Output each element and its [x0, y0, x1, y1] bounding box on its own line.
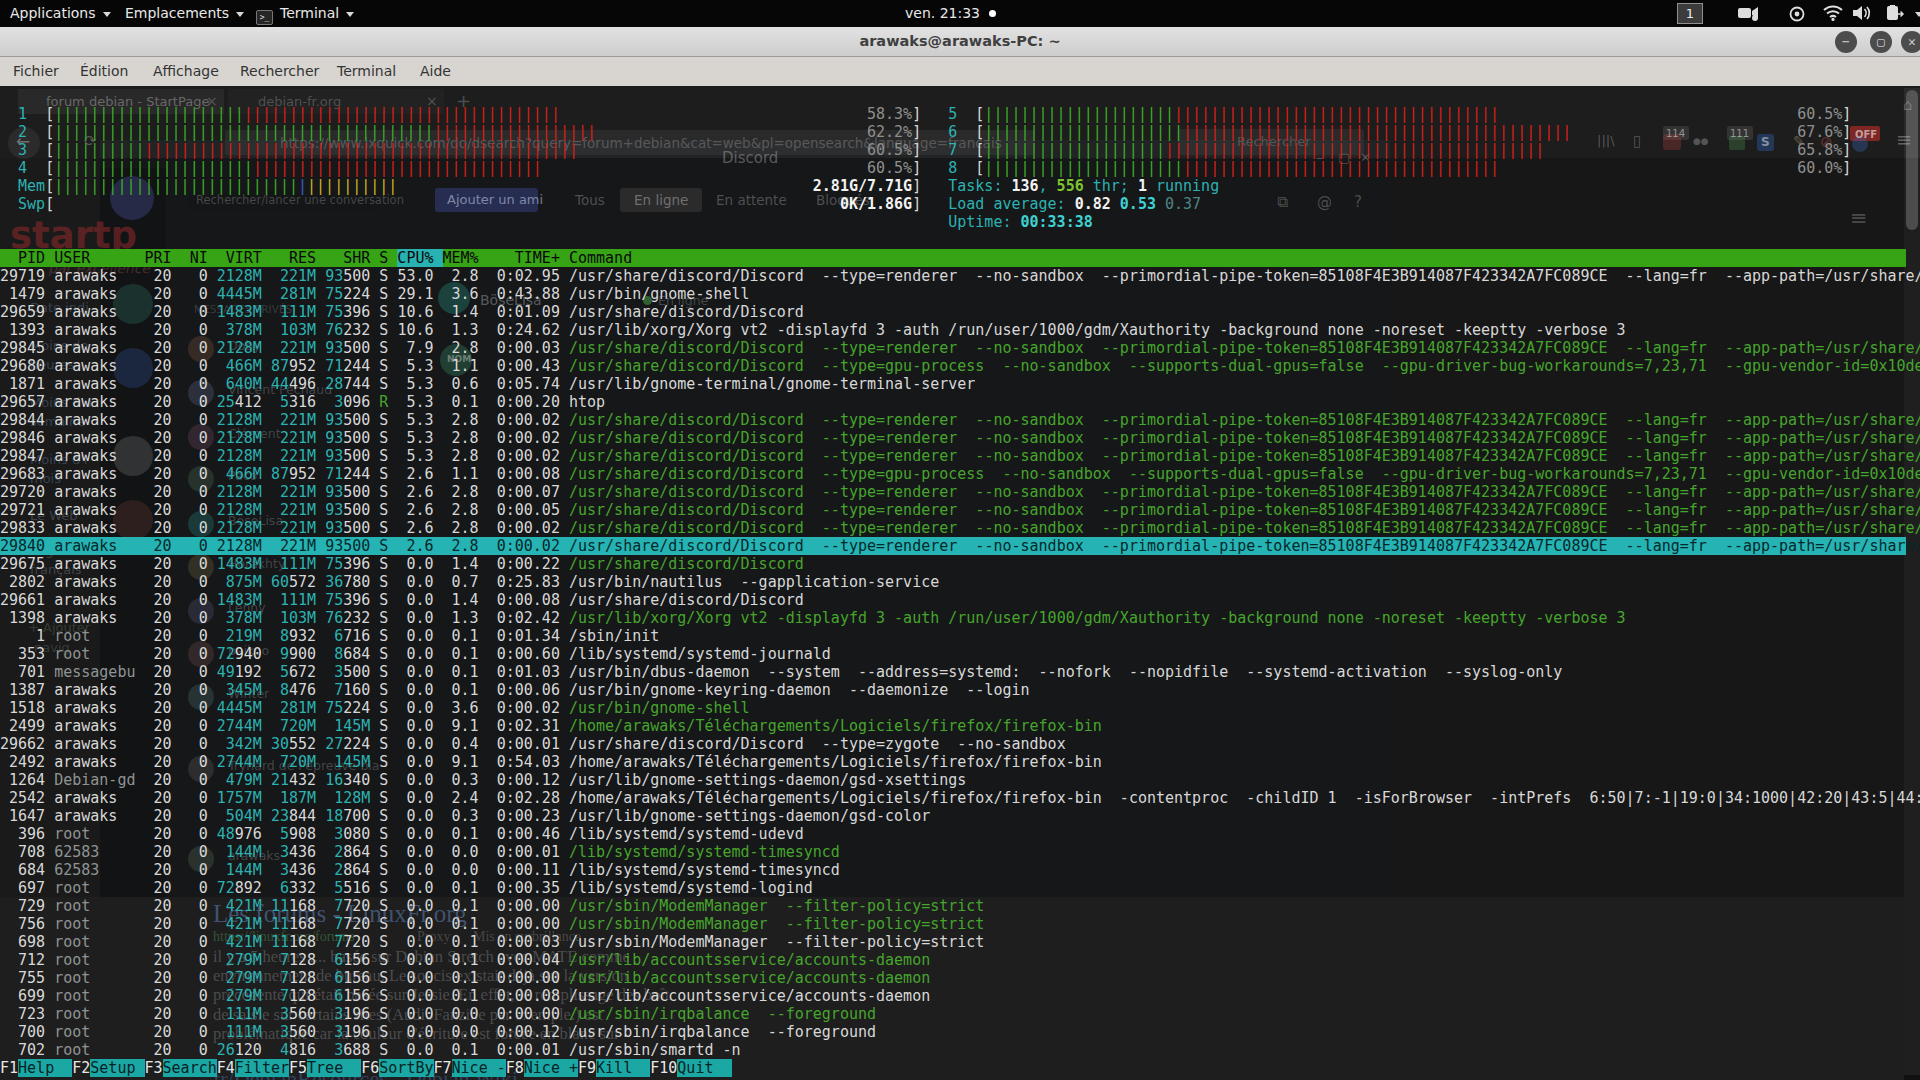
- places-menu[interactable]: Emplacements: [125, 0, 244, 27]
- process-row-708[interactable]: 708 62583 20 0 144M 3436 2864 S 0.0 0.0 …: [0, 843, 840, 861]
- process-row-1[interactable]: 1 root 20 0 219M 8932 6716 S 0.0 0.1 0:0…: [0, 627, 659, 645]
- tray-chevron-icon[interactable]: [1908, 0, 1920, 27]
- process-row-712[interactable]: 712 root 20 0 279M 7128 6156 S 0.0 0.1 0…: [0, 951, 930, 969]
- process-row-2802[interactable]: 2802 arawaks 20 0 875M 60572 36780 S 0.0…: [0, 573, 939, 591]
- meter-8: 8 [|||||||||||||||||||||||||||||||||||||…: [0, 159, 1851, 177]
- process-row-29846[interactable]: 29846 arawaks 20 0 2128M 221M 93500 S 5.…: [0, 429, 1920, 447]
- process-row-29675[interactable]: 29675 arawaks 20 0 1483M 111M 75396 S 0.…: [0, 555, 804, 573]
- process-row-396[interactable]: 396 root 20 0 48976 5908 3080 S 0.0 0.1 …: [0, 825, 804, 843]
- menu-rechercher[interactable]: Rechercher: [240, 57, 319, 86]
- meter-5: 5 [|||||||||||||||||||||||||||||||||||||…: [0, 105, 1851, 123]
- process-row-2492[interactable]: 2492 arawaks 20 0 2744M 720M 145M S 0.0 …: [0, 753, 1102, 771]
- process-row-1393[interactable]: 1393 arawaks 20 0 378M 103M 76232 S 10.6…: [0, 321, 1626, 339]
- process-row-702[interactable]: 702 root 20 0 26120 4816 3688 S 0.0 0.1 …: [0, 1041, 741, 1059]
- terminal-titlebar[interactable]: arawaks@arawaks-PC: ~ − ▢ ✕: [0, 27, 1920, 57]
- process-row-697[interactable]: 697 root 20 0 72892 6332 5516 S 0.0 0.1 …: [0, 879, 813, 897]
- process-row-29680[interactable]: 29680 arawaks 20 0 466M 87952 71244 S 5.…: [0, 357, 1920, 375]
- process-row-29847[interactable]: 29847 arawaks 20 0 2128M 221M 93500 S 5.…: [0, 447, 1920, 465]
- process-row-1398[interactable]: 1398 arawaks 20 0 378M 103M 76232 S 0.0 …: [0, 609, 1626, 627]
- process-row-701[interactable]: 701 messagebu 20 0 49192 5672 3500 S 0.0…: [0, 663, 1562, 681]
- table-header[interactable]: PID USER PRI NI VIRT RES SHR S CPU% MEM%…: [0, 249, 1906, 267]
- process-row-698[interactable]: 698 root 20 0 421M 11168 7720 S 0.0 0.1 …: [0, 933, 984, 951]
- process-row-29844[interactable]: 29844 arawaks 20 0 2128M 221M 93500 S 5.…: [0, 411, 1920, 429]
- process-row-723[interactable]: 723 root 20 0 111M 3560 3196 S 0.0 0.0 0…: [0, 1005, 876, 1023]
- process-row-29845[interactable]: 29845 arawaks 20 0 2128M 221M 93500 S 7.…: [0, 339, 1920, 357]
- meter-6: 6 [|||||||||||||||||||||||||||||||||||||…: [0, 123, 1851, 141]
- chevron-down-icon: [346, 12, 354, 17]
- meter-7: 7 [|||||||||||||||||||||||||||||||||||||…: [0, 141, 1851, 159]
- applications-menu[interactable]: Applications: [10, 0, 111, 27]
- process-row-29719[interactable]: 29719 arawaks 20 0 2128M 221M 93500 S 53…: [0, 267, 1920, 285]
- clock[interactable]: ven. 21:33: [905, 0, 996, 27]
- htop-screen: 1 [|||||||||||||||||||||||||||||||||||||…: [0, 86, 1920, 1080]
- process-row-353[interactable]: 353 root 20 0 72940 9900 8684 S 0.0 0.1 …: [0, 645, 831, 663]
- location-icon[interactable]: [1788, 5, 1806, 23]
- wifi-icon[interactable]: [1823, 5, 1843, 21]
- process-row-29661[interactable]: 29661 arawaks 20 0 1483M 111M 75396 S 0.…: [0, 591, 804, 609]
- volume-icon[interactable]: [1852, 5, 1872, 21]
- minimize-button[interactable]: −: [1835, 31, 1857, 53]
- process-row-1479[interactable]: 1479 arawaks 20 0 4445M 281M 75224 S 29.…: [0, 285, 750, 303]
- process-row-755[interactable]: 755 root 20 0 279M 7128 6156 S 0.0 0.1 0…: [0, 969, 930, 987]
- process-row-29721[interactable]: 29721 arawaks 20 0 2128M 221M 93500 S 2.…: [0, 501, 1920, 519]
- process-row-1871[interactable]: 1871 arawaks 20 0 640M 44496 28744 S 5.3…: [0, 375, 975, 393]
- close-button[interactable]: ✕: [1901, 31, 1920, 53]
- load-average: Load average: 0.82 0.53 0.37: [0, 195, 1201, 213]
- menu-édition[interactable]: Édition: [80, 57, 128, 86]
- gnome-top-bar: Applications Emplacements >_Terminal ven…: [0, 0, 1920, 27]
- process-row-29833[interactable]: 29833 arawaks 20 0 2128M 221M 93500 S 2.…: [0, 519, 1920, 537]
- maximize-button[interactable]: ▢: [1870, 31, 1892, 53]
- notification-dot-icon: [989, 10, 996, 17]
- process-row-29720[interactable]: 29720 arawaks 20 0 2128M 221M 93500 S 2.…: [0, 483, 1920, 501]
- process-row-729[interactable]: 729 root 20 0 421M 11168 7720 S 0.0 0.1 …: [0, 897, 984, 915]
- process-row-684[interactable]: 684 62583 20 0 144M 3436 2864 S 0.0 0.0 …: [0, 861, 840, 879]
- menu-aide[interactable]: Aide: [420, 57, 451, 86]
- menu-fichier[interactable]: Fichier: [13, 57, 59, 86]
- terminal-content[interactable]: forum debian - StartPage×debian-fr.org×+…: [0, 86, 1920, 1080]
- process-row-29657[interactable]: 29657 arawaks 20 0 25412 5316 3096 R 5.3…: [0, 393, 605, 411]
- process-row-1518[interactable]: 1518 arawaks 20 0 4445M 281M 75224 S 0.0…: [0, 699, 750, 717]
- process-row-756[interactable]: 756 root 20 0 421M 11168 7720 S 0.0 0.1 …: [0, 915, 984, 933]
- process-row-1264[interactable]: 1264 Debian-gd 20 0 479M 21432 16340 S 0…: [0, 771, 966, 789]
- terminal-app-menu[interactable]: >_Terminal: [256, 0, 354, 27]
- process-row-29662[interactable]: 29662 arawaks 20 0 342M 30552 27224 S 0.…: [0, 735, 1066, 753]
- process-row-2499[interactable]: 2499 arawaks 20 0 2744M 720M 145M S 0.0 …: [0, 717, 1102, 735]
- uptime: Uptime: 00:33:38: [0, 213, 1093, 231]
- process-row-29659[interactable]: 29659 arawaks 20 0 1483M 111M 75396 S 10…: [0, 303, 804, 321]
- window-title: arawaks@arawaks-PC: ~: [0, 27, 1920, 56]
- terminal-menubar: Fichier Édition Affichage Rechercher Termina…: [0, 57, 1920, 86]
- process-row-29683[interactable]: 29683 arawaks 20 0 466M 87952 71244 S 2.…: [0, 465, 1920, 483]
- chevron-down-icon: [236, 12, 244, 17]
- function-bar[interactable]: F1Help F2Setup F3SearchF4FilterF5Tree F6…: [0, 1059, 732, 1077]
- menu-terminal[interactable]: Terminal: [337, 57, 396, 86]
- terminal-icon: >_: [256, 10, 273, 25]
- process-row-29840[interactable]: 29840 arawaks 20 0 2128M 221M 93500 S 2.…: [0, 537, 1906, 555]
- process-row-2542[interactable]: 2542 arawaks 20 0 1757M 187M 128M S 0.0 …: [0, 789, 1920, 807]
- battery-icon[interactable]: [1883, 5, 1905, 21]
- menu-affichage[interactable]: Affichage: [153, 57, 219, 86]
- process-row-699[interactable]: 699 root 20 0 279M 7128 6156 S 0.0 0.1 0…: [0, 987, 930, 1005]
- chevron-down-icon: [103, 12, 111, 17]
- tasks-summary: Tasks: 136, 556 thr; 1 running: [0, 177, 1219, 195]
- screen-record-icon[interactable]: [1738, 5, 1760, 21]
- desktop: Applications Emplacements >_Terminal ven…: [0, 0, 1920, 1080]
- workspace-indicator[interactable]: 1: [1677, 3, 1703, 24]
- process-row-700[interactable]: 700 root 20 0 111M 3560 3196 S 0.0 0.0 0…: [0, 1023, 876, 1041]
- process-row-1387[interactable]: 1387 arawaks 20 0 345M 8476 7160 S 0.0 0…: [0, 681, 1030, 699]
- process-row-1647[interactable]: 1647 arawaks 20 0 504M 23844 18700 S 0.0…: [0, 807, 930, 825]
